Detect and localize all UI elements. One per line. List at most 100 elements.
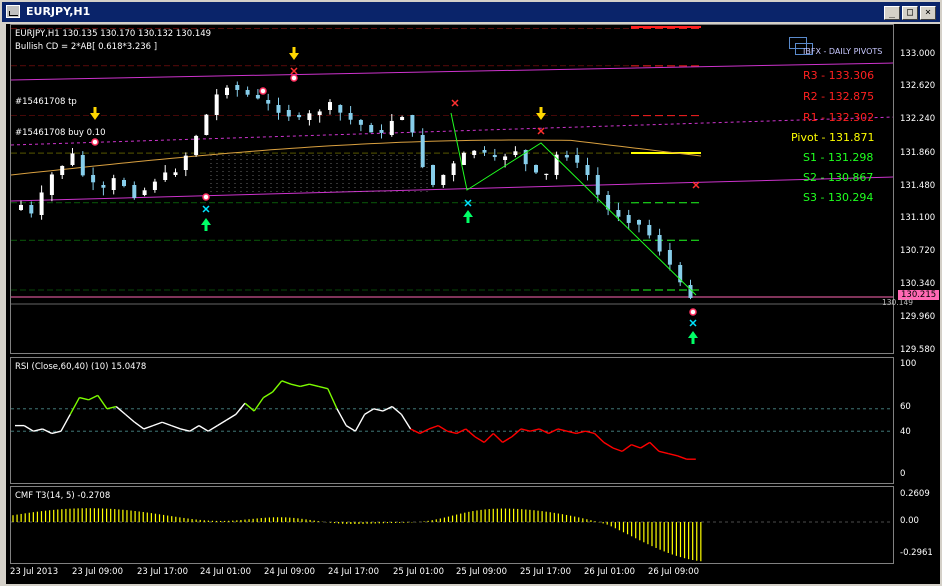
- chart-area[interactable]: EURJPY,H1 130.135 130.170 130.132 130.14…: [6, 24, 940, 584]
- candle-body: [338, 105, 343, 113]
- channel-lower: [11, 176, 893, 202]
- bid-price-tag: 130.149: [882, 298, 914, 307]
- rsi-panel[interactable]: RSI (Close,60,40) (10) 15.0478: [10, 357, 894, 484]
- cmf-tick: 0.00: [900, 516, 919, 526]
- cross-marker-icon: [290, 67, 298, 75]
- candle-body: [132, 185, 137, 198]
- candle-body: [451, 163, 456, 175]
- candle-body: [400, 116, 405, 120]
- chart-titlebar[interactable]: EURJPY,H1 _ □ ×: [2, 2, 940, 22]
- rsi-line-segment: [281, 380, 292, 385]
- rsi-line-segment: [152, 421, 163, 427]
- rsi-line-segment: [658, 450, 669, 455]
- time-tick: 24 Jul 17:00: [328, 567, 379, 577]
- candle-body: [152, 181, 157, 190]
- circle-marker-icon: [91, 138, 99, 146]
- rsi-line-segment: [171, 424, 181, 430]
- rsi-line-segment: [244, 402, 255, 412]
- candle-body: [183, 155, 188, 170]
- candle-body: [328, 102, 332, 110]
- chart-window-icon: [6, 5, 20, 18]
- rsi-line-segment: [594, 432, 605, 443]
- candle-body: [544, 173, 549, 175]
- candle-body: [91, 175, 96, 183]
- symbol-header: EURJPY,H1 130.135 130.170 130.132 130.14…: [15, 29, 212, 39]
- candle-body: [142, 190, 147, 195]
- rsi-tick: 60: [900, 402, 911, 412]
- rsi-line-segment: [124, 413, 136, 423]
- rsi-tick: 40: [900, 427, 911, 437]
- rsi-line-segment: [649, 441, 660, 452]
- time-tick: 23 Jul 2013: [10, 567, 59, 577]
- candle-body: [286, 110, 291, 117]
- cmf-axis[interactable]: 0.2609 0.00 -0.2961: [896, 486, 940, 564]
- candle-body: [276, 105, 281, 113]
- arrow-down-yellow-icon: [289, 47, 299, 60]
- price-tick: 133.000: [900, 49, 936, 59]
- price-tick: 130.720: [900, 246, 936, 256]
- cmf-panel[interactable]: CMF T3(14, 5) -0.2708: [10, 486, 894, 564]
- price-tick: 129.960: [900, 312, 936, 322]
- candle-body: [245, 90, 250, 95]
- rsi-line-segment: [207, 425, 218, 432]
- price-tick: 130.340: [900, 279, 936, 289]
- rsi-line-segment: [143, 424, 154, 430]
- rsi-tick: 0: [900, 469, 906, 479]
- rsi-line-segment: [428, 424, 439, 430]
- cmf-tick: 0.2609: [900, 489, 930, 499]
- candle-body: [194, 135, 199, 155]
- time-axis[interactable]: 23 Jul 2013 23 Jul 09:00 23 Jul 17:00 24…: [6, 564, 940, 584]
- price-panel[interactable]: EURJPY,H1 130.135 130.170 130.132 130.14…: [10, 24, 894, 354]
- rsi-line-segment: [410, 428, 421, 435]
- cross-marker-icon: [537, 127, 545, 135]
- rsi-axis[interactable]: 100 60 40 0: [896, 357, 940, 484]
- price-axis[interactable]: 133.000 132.620 132.240 131.860 131.480 …: [882, 24, 940, 355]
- rsi-line-segment: [198, 425, 209, 432]
- circle-marker-icon: [259, 87, 267, 95]
- rsi-line-segment: [465, 428, 476, 438]
- candle-body: [60, 165, 65, 175]
- cross-marker-icon: [202, 205, 210, 213]
- candle-body: [358, 120, 363, 125]
- rsi-line-segment: [79, 396, 89, 401]
- rsi-line-segment: [345, 425, 356, 432]
- pivot-s1-label: S1 - 131.298: [803, 151, 874, 164]
- rsi-line-segment: [161, 421, 172, 427]
- rsi-line-segment: [511, 428, 522, 438]
- candle-body: [173, 172, 178, 175]
- rsi-line-segment: [603, 441, 614, 449]
- time-tick: 23 Jul 17:00: [137, 567, 188, 577]
- candle-body: [564, 155, 569, 158]
- candle-body: [647, 225, 652, 236]
- pattern-header: Bullish CD = 2*AB[ 0.618*3.236 ]: [15, 42, 158, 52]
- pivot-main-label: Pivot - 131.871: [791, 131, 875, 144]
- candle-body: [503, 156, 508, 160]
- price-tick: 129.580: [900, 345, 936, 355]
- candle-body: [420, 135, 425, 167]
- arrow-down-yellow-icon: [90, 107, 100, 120]
- candle-body: [595, 175, 600, 195]
- candle-body: [70, 153, 75, 165]
- rsi-line-segment: [189, 425, 200, 432]
- rsi-line-segment: [69, 397, 81, 415]
- pivot-r1-label: R1 - 132.302: [803, 111, 875, 124]
- candle-body: [49, 174, 54, 195]
- rsi-line-segment: [668, 452, 678, 457]
- order-tp-label: #15461708 tp: [15, 97, 77, 107]
- candle-body: [204, 114, 209, 135]
- rsi-line-segment: [548, 428, 559, 435]
- candle-body: [667, 250, 672, 265]
- maximize-button[interactable]: □: [902, 6, 918, 20]
- rsi-line-segment: [309, 383, 319, 388]
- ibfx-logo: IBFX - DAILY PIVOTS: [787, 37, 887, 59]
- candle-body: [225, 87, 229, 95]
- rsi-line-segment: [612, 447, 623, 453]
- rsi-line-segment: [272, 380, 283, 393]
- time-tick: 23 Jul 09:00: [72, 567, 123, 577]
- candle-body: [626, 215, 631, 223]
- minimize-button[interactable]: _: [884, 6, 900, 20]
- rsi-line-segment: [354, 414, 366, 432]
- candle-body: [410, 115, 415, 133]
- close-button[interactable]: ×: [920, 6, 936, 20]
- rsi-line-segment: [391, 406, 402, 415]
